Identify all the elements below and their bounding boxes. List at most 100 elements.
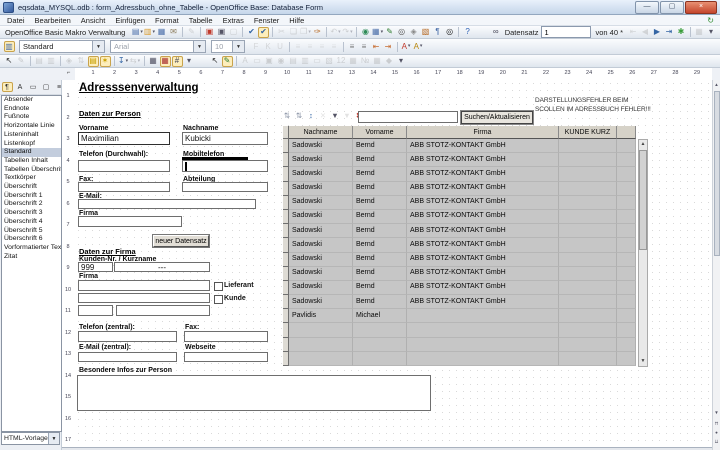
table-cell[interactable]: Bernd — [353, 295, 407, 309]
telefon-zentral-input[interactable] — [78, 331, 177, 342]
kunden-nr-input[interactable] — [78, 262, 113, 272]
increase-indent-icon[interactable]: ⇥ — [383, 41, 394, 52]
search-refresh-button[interactable]: Suchen/Aktualisieren — [461, 111, 533, 124]
column-header[interactable]: Firma — [407, 126, 559, 139]
table-cell[interactable]: ABB STOTZ-KONTAKT GmbH — [407, 210, 559, 224]
email-icon[interactable]: ✉ — [168, 27, 179, 38]
mobiltelefon-input[interactable] — [182, 160, 268, 172]
column-header[interactable] — [617, 126, 636, 139]
font-name-combo[interactable]: Arial ▼ — [110, 40, 206, 53]
table-cell[interactable] — [617, 267, 636, 281]
save-icon[interactable]: ▦ — [156, 27, 167, 38]
table-cell[interactable]: ABB STOTZ-KONTAKT GmbH — [407, 267, 559, 281]
menu-bearbeiten[interactable]: Bearbeiten — [30, 16, 76, 25]
style-item[interactable]: Listeninhalt — [2, 131, 61, 140]
table-cell[interactable] — [353, 338, 407, 352]
menu-einfügen[interactable]: Einfügen — [110, 16, 150, 25]
column-header[interactable]: Nachname — [289, 126, 353, 139]
table-cell[interactable] — [617, 281, 636, 295]
table-cell[interactable] — [289, 338, 353, 352]
bullet-list-icon[interactable]: ≡ — [359, 41, 370, 52]
table-cell[interactable]: Bernd — [353, 210, 407, 224]
table-cell[interactable] — [617, 139, 636, 153]
table-row[interactable]: SadowskiBerndABB STOTZ-KONTAKT GmbH — [283, 153, 636, 167]
zoom-icon[interactable]: ◎ — [444, 27, 455, 38]
hyperlink-icon[interactable]: ◉ — [360, 27, 371, 38]
table-cell[interactable]: Bernd — [353, 281, 407, 295]
kurzname-input[interactable] — [114, 262, 210, 272]
table-row[interactable]: SadowskiBerndABB STOTZ-KONTAKT GmbH — [283, 196, 636, 210]
previous-page-icon[interactable]: ⇈ — [713, 421, 720, 427]
table-cell[interactable]: Sadowski — [289, 267, 353, 281]
vertical-ruler[interactable]: 1234567891011121314151617 — [62, 80, 76, 447]
toolbar-overflow-icon[interactable]: ▾ — [396, 56, 407, 67]
table-cell[interactable]: ABB STOTZ-KONTAKT GmbH — [407, 224, 559, 238]
table-cell[interactable]: Bernd — [353, 167, 407, 181]
combo-arrow-icon[interactable]: ▼ — [92, 41, 104, 52]
fax-input[interactable] — [78, 182, 170, 192]
search-input[interactable] — [358, 111, 458, 123]
navigator-icon[interactable]: ◈ — [408, 27, 419, 38]
decrease-indent-icon[interactable]: ⇤ — [371, 41, 382, 52]
new-document-icon[interactable]: ▤▾ — [132, 27, 143, 38]
vorname-input[interactable] — [78, 132, 170, 145]
table-cell[interactable] — [559, 182, 617, 196]
table-row[interactable]: SadowskiBerndABB STOTZ-KONTAKT GmbH — [283, 238, 636, 252]
table-cell[interactable]: Bernd — [353, 253, 407, 267]
webseite-input[interactable] — [184, 352, 268, 362]
sort-order-icon[interactable]: ↕ — [306, 111, 317, 121]
font-color-icon[interactable]: A▾ — [401, 41, 412, 52]
firma-zeile1-input[interactable] — [78, 280, 210, 291]
info-textarea[interactable] — [77, 375, 431, 411]
telefon-durchwahl-input[interactable] — [78, 160, 170, 172]
table-scrollbar-thumb[interactable] — [639, 150, 647, 250]
paragraph-styles-icon[interactable]: ¶ — [2, 82, 13, 92]
table-cell[interactable]: Pavlidis — [289, 309, 353, 323]
table-cell[interactable] — [559, 196, 617, 210]
table-cell[interactable]: Bernd — [353, 153, 407, 167]
table-cell[interactable] — [617, 338, 636, 352]
table-cell[interactable] — [559, 167, 617, 181]
spellcheck-icon[interactable]: ✔ — [246, 27, 257, 38]
guides-icon[interactable]: # — [172, 56, 183, 67]
table-cell[interactable] — [559, 323, 617, 337]
style-item[interactable]: Standard — [2, 148, 61, 157]
sort-ascending-icon[interactable]: ⇅ — [282, 111, 293, 121]
highlight-color-icon-dropdown[interactable]: ▾ — [420, 44, 423, 49]
snap-grid-icon[interactable]: ▦ — [160, 56, 171, 67]
scroll-down-icon[interactable]: ▼ — [639, 358, 647, 364]
scroll-up-icon[interactable]: ▲ — [713, 82, 720, 87]
table-cell[interactable] — [289, 352, 353, 366]
control-wizards-icon[interactable]: ✶ — [100, 56, 111, 67]
table-cell[interactable] — [559, 139, 617, 153]
table-cell[interactable] — [559, 224, 617, 238]
formatting-marks-icon[interactable]: ¶ — [432, 27, 443, 38]
table-row[interactable]: SadowskiBerndABB STOTZ-KONTAKT GmbH — [283, 182, 636, 196]
table-cell[interactable] — [559, 295, 617, 309]
styles-panel-toggle-icon[interactable]: ▥ — [4, 41, 15, 52]
table-cell[interactable] — [617, 224, 636, 238]
kunde-checkbox[interactable] — [214, 295, 223, 304]
table-row[interactable]: SadowskiBerndABB STOTZ-KONTAKT GmbH — [283, 139, 636, 153]
table-cell[interactable] — [617, 196, 636, 210]
style-item[interactable]: Endnote — [2, 105, 61, 114]
email-zentral-input[interactable] — [78, 352, 177, 362]
new-record-icon[interactable]: ✱ — [676, 27, 687, 38]
table-cell[interactable] — [559, 253, 617, 267]
toolbar-overflow-icon[interactable]: ▾ — [706, 27, 717, 38]
select-icon[interactable]: ↖ — [4, 56, 15, 67]
table-cell[interactable] — [559, 338, 617, 352]
table-cell[interactable]: ABB STOTZ-KONTAKT GmbH — [407, 153, 559, 167]
table-cell[interactable]: ABB STOTZ-KONTAKT GmbH — [407, 139, 559, 153]
scroll-down-icon[interactable]: ▼ — [713, 410, 720, 415]
table-cell[interactable]: ABB STOTZ-KONTAKT GmbH — [407, 238, 559, 252]
style-item[interactable]: Überschrift — [2, 183, 61, 192]
table-cell[interactable] — [353, 323, 407, 337]
table-cell[interactable] — [559, 238, 617, 252]
fax-zentral-input[interactable] — [184, 331, 268, 342]
table-cell[interactable]: Sadowski — [289, 210, 353, 224]
table-cell[interactable]: ABB STOTZ-KONTAKT GmbH — [407, 253, 559, 267]
table-cell[interactable]: Bernd — [353, 182, 407, 196]
nachname-input[interactable] — [182, 132, 268, 145]
styles-filter-select[interactable]: HTML-Vorlagen ▼ — [1, 432, 60, 445]
